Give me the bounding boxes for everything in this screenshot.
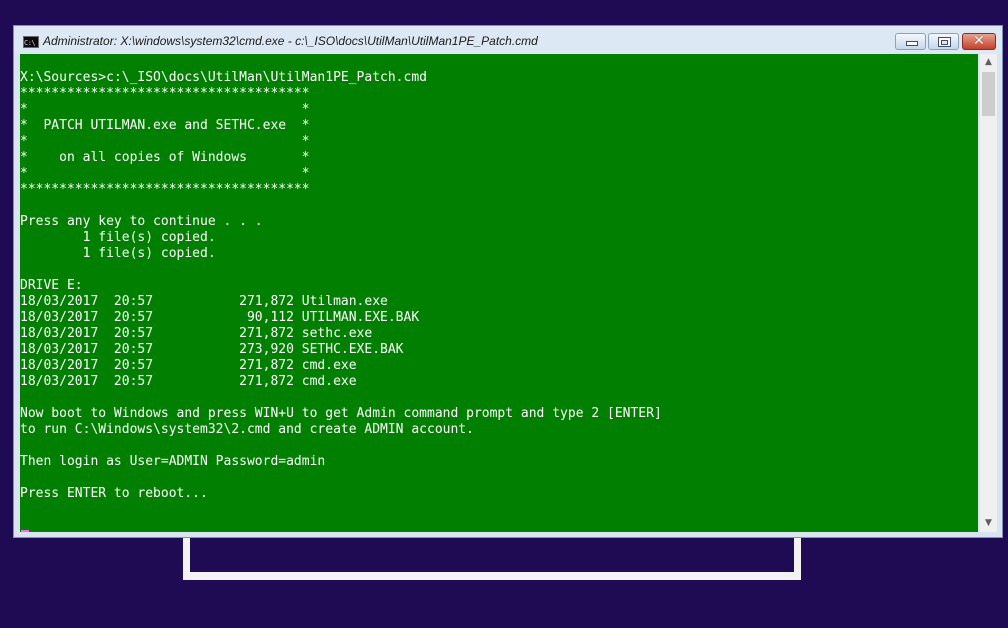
close-icon: ✕: [973, 33, 985, 49]
console-line: 1 file(s) copied.: [20, 246, 216, 261]
text-cursor: [21, 530, 29, 532]
console-line: Now boot to Windows and press WIN+U to g…: [20, 406, 662, 421]
console-line: 18/03/2017 20:57 90,112 UTILMAN.EXE.BAK: [20, 310, 420, 325]
console-line: *************************************: [20, 86, 310, 101]
console-line: to run C:\Windows\system32\2.cmd and cre…: [20, 422, 474, 437]
minimize-button[interactable]: [895, 33, 926, 50]
console-line: 18/03/2017 20:57 271,872 Utilman.exe: [20, 294, 388, 309]
scroll-down-icon[interactable]: ▼: [980, 515, 997, 532]
close-button[interactable]: ✕: [962, 33, 996, 50]
console-line: 18/03/2017 20:57 271,872 cmd.exe: [20, 374, 357, 389]
console-output[interactable]: X:\Sources>c:\_ISO\docs\UtilMan\UtilMan1…: [20, 54, 978, 532]
console-line: *************************************: [20, 182, 310, 197]
console-line: 18/03/2017 20:57 271,872 cmd.exe: [20, 358, 357, 373]
title-bar[interactable]: C:\ Administrator: X:\windows\system32\c…: [14, 26, 1002, 54]
console-line: X:\Sources>c:\_ISO\docs\UtilMan\UtilMan1…: [20, 70, 427, 85]
console-line: 1 file(s) copied.: [20, 230, 216, 245]
console-line: DRIVE E:: [20, 278, 83, 293]
minimize-icon: [906, 41, 918, 46]
console-line: 18/03/2017 20:57 271,872 sethc.exe: [20, 326, 373, 341]
maximize-button[interactable]: [928, 33, 959, 50]
vertical-scrollbar[interactable]: ▲ ▼: [980, 54, 997, 532]
window-title: Administrator: X:\windows\system32\cmd.e…: [43, 34, 538, 48]
cmd-icon[interactable]: C:\: [23, 36, 39, 48]
console-line: * on all copies of Windows *: [20, 150, 310, 165]
console-line: 18/03/2017 20:57 273,920 SETHC.EXE.BAK: [20, 342, 404, 357]
scroll-thumb[interactable]: [982, 72, 995, 116]
console-line: Press ENTER to reboot...: [20, 486, 208, 501]
console-line: * *: [20, 166, 310, 181]
maximize-icon: [938, 37, 951, 47]
console-line: * PATCH UTILMAN.exe and SETHC.exe *: [20, 118, 310, 133]
console-line: Press any key to continue . . .: [20, 214, 263, 229]
console-line: Then login as User=ADMIN Password=admin: [20, 454, 326, 469]
cmd-window[interactable]: C:\ Administrator: X:\windows\system32\c…: [13, 25, 1003, 538]
console-line: * *: [20, 134, 310, 149]
console-line: * *: [20, 102, 310, 117]
console-lines: X:\Sources>c:\_ISO\docs\UtilMan\UtilMan1…: [20, 54, 662, 502]
scroll-up-icon[interactable]: ▲: [980, 54, 997, 71]
